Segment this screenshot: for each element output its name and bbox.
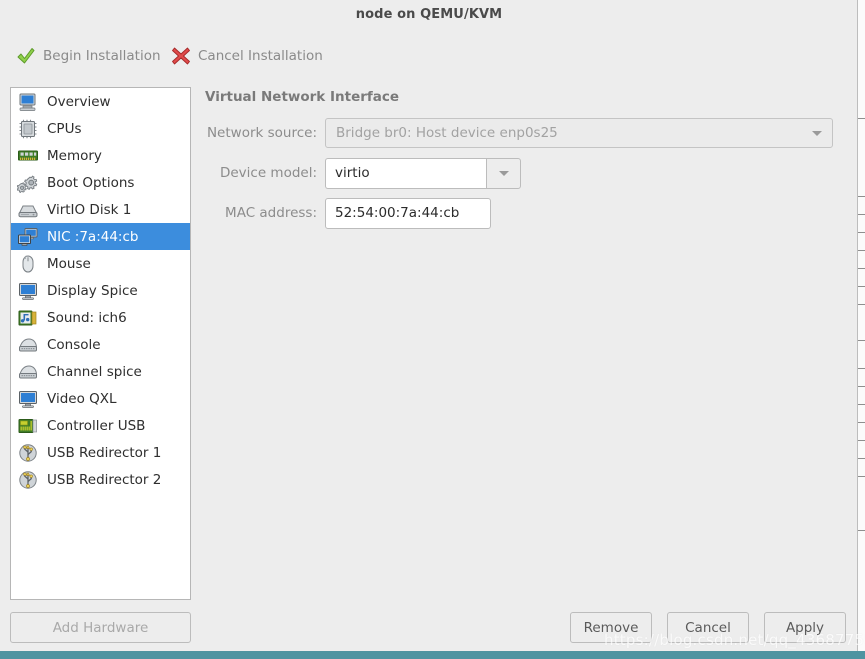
controller-card-icon bbox=[17, 416, 39, 436]
computer-monitor-icon bbox=[17, 92, 39, 112]
sound-card-icon bbox=[17, 308, 39, 328]
cancel-button[interactable]: Cancel bbox=[667, 612, 749, 643]
hardware-item-label: Display Spice bbox=[47, 282, 138, 299]
hardware-item-label: NIC :7a:44:cb bbox=[47, 228, 139, 245]
green-check-icon bbox=[16, 46, 36, 66]
device-model-label: Device model: bbox=[219, 165, 317, 181]
add-hardware-button[interactable]: Add Hardware bbox=[10, 612, 191, 643]
hard-disk-icon bbox=[17, 200, 39, 220]
hardware-item-memory[interactable]: Memory bbox=[11, 142, 190, 169]
hardware-item-label: Video QXL bbox=[47, 390, 117, 407]
device-model-dropdown-button[interactable] bbox=[486, 157, 521, 189]
virt-manager-window: node on QEMU/KVM Begin Installation Canc… bbox=[0, 0, 858, 651]
hardware-item-label: Sound: ich6 bbox=[47, 309, 127, 326]
background-window-sliver[interactable] bbox=[858, 0, 865, 651]
hardware-item-mouse[interactable]: Mouse bbox=[11, 250, 190, 277]
hardware-item-label: USB Redirector 2 bbox=[47, 471, 162, 488]
toolbar: Begin Installation Cancel Installation bbox=[0, 40, 857, 72]
hardware-item-controller-usb[interactable]: Controller USB bbox=[11, 412, 190, 439]
cancel-installation-label: Cancel Installation bbox=[198, 48, 323, 64]
mouse-icon bbox=[17, 254, 39, 274]
hardware-item-sound[interactable]: Sound: ich6 bbox=[11, 304, 190, 331]
apply-button[interactable]: Apply bbox=[764, 612, 846, 643]
cpu-chip-icon bbox=[17, 119, 39, 139]
network-source-label: Network source: bbox=[206, 125, 317, 141]
hardware-item-label: Channel spice bbox=[47, 363, 142, 380]
hardware-item-label: CPUs bbox=[47, 120, 82, 137]
network-card-icon bbox=[17, 227, 39, 247]
device-model-row: Device model: virtio bbox=[200, 157, 850, 189]
hardware-item-console[interactable]: Console bbox=[11, 331, 190, 358]
cancel-installation-button[interactable]: Cancel Installation bbox=[165, 40, 329, 72]
video-card-icon bbox=[17, 389, 39, 409]
hardware-item-label: Console bbox=[47, 336, 101, 353]
mac-address-input[interactable]: 52:54:00:7a:44:cb bbox=[325, 197, 491, 229]
window-title: node on QEMU/KVM bbox=[355, 7, 503, 22]
begin-installation-button[interactable]: Begin Installation bbox=[10, 40, 167, 72]
channel-icon bbox=[17, 362, 39, 382]
red-x-icon bbox=[171, 46, 191, 66]
console-icon bbox=[17, 335, 39, 355]
hardware-item-label: Memory bbox=[47, 147, 102, 164]
hardware-item-label: Controller USB bbox=[47, 417, 146, 434]
usb-icon bbox=[17, 443, 39, 463]
display-icon bbox=[17, 281, 39, 301]
detail-section-title: Virtual Network Interface bbox=[205, 89, 400, 105]
mac-address-label: MAC address: bbox=[225, 205, 317, 221]
hardware-item-overview[interactable]: Overview bbox=[11, 88, 190, 115]
hardware-item-label: VirtIO Disk 1 bbox=[47, 201, 132, 218]
memory-module-icon bbox=[17, 146, 39, 166]
device-model-combo[interactable]: virtio bbox=[325, 157, 521, 189]
mac-address-row: MAC address: 52:54:00:7a:44:cb bbox=[200, 197, 850, 229]
chevron-down-icon bbox=[812, 131, 822, 136]
bottom-accent-bar bbox=[0, 651, 865, 659]
hardware-item-virtio-disk-1[interactable]: VirtIO Disk 1 bbox=[11, 196, 190, 223]
hardware-item-label: Boot Options bbox=[47, 174, 135, 191]
network-source-combo[interactable]: Bridge br0: Host device enp0s25 bbox=[325, 118, 833, 148]
begin-installation-label: Begin Installation bbox=[43, 48, 161, 64]
hardware-item-display-spice[interactable]: Display Spice bbox=[11, 277, 190, 304]
hardware-item-label: Mouse bbox=[47, 255, 91, 272]
network-source-value: Bridge br0: Host device enp0s25 bbox=[336, 125, 558, 141]
network-source-row: Network source: Bridge br0: Host device … bbox=[200, 118, 850, 148]
detail-pane: Virtual Network Interface Network source… bbox=[200, 87, 850, 587]
hardware-item-channel-spice[interactable]: Channel spice bbox=[11, 358, 190, 385]
hardware-item-usb-redirector-1[interactable]: USB Redirector 1 bbox=[11, 439, 190, 466]
hardware-item-cpus[interactable]: CPUs bbox=[11, 115, 190, 142]
hardware-item-video-qxl[interactable]: Video QXL bbox=[11, 385, 190, 412]
hardware-item-label: USB Redirector 1 bbox=[47, 444, 162, 461]
hardware-item-boot-options[interactable]: Boot Options bbox=[11, 169, 190, 196]
hardware-item-label: Overview bbox=[47, 93, 111, 110]
device-model-input[interactable]: virtio bbox=[325, 157, 486, 189]
hardware-item-usb-redirector-2[interactable]: USB Redirector 2 bbox=[11, 466, 190, 493]
remove-button[interactable]: Remove bbox=[570, 612, 652, 643]
hardware-list[interactable]: Overview CPUs Memory Boot Options VirtIO… bbox=[10, 87, 191, 600]
hardware-item-nic[interactable]: NIC :7a:44:cb bbox=[11, 223, 190, 250]
usb-icon bbox=[17, 470, 39, 490]
gears-icon bbox=[16, 173, 39, 193]
chevron-down-icon bbox=[499, 171, 509, 176]
